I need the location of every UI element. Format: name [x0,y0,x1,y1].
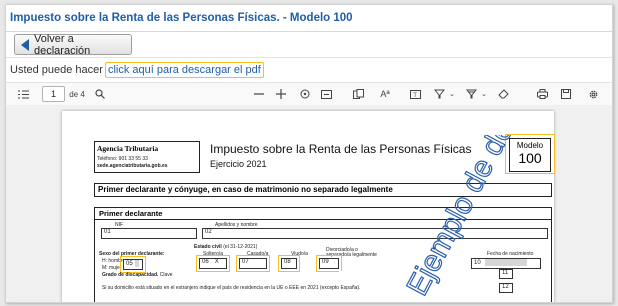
save-icon[interactable] [559,87,573,101]
search-icon[interactable] [93,87,107,101]
section-header-main: Primer declarante y cónyuge, en caso de … [94,183,552,197]
download-line: Usted puede hacer click aquí para descar… [10,62,264,78]
agency-name: Agencia Tributaria [97,144,159,153]
pdf-toolbar: 1 de 4 Aª T ⌄ ⌄ [6,82,612,106]
first-declarant-header: Primer declarante [95,208,551,220]
draw-icon[interactable] [464,87,478,101]
back-arrow-icon [21,38,29,51]
settings-icon[interactable] [586,87,600,101]
birth-date-label: Fecha de nacimiento [487,251,534,257]
text-icon[interactable]: T [408,87,422,101]
name-field: 02 [202,228,548,239]
divider [6,57,612,58]
page-view-icon[interactable] [351,87,365,101]
chevron-down-icon[interactable]: ⌄ [447,87,457,101]
highlight-divorced [316,255,342,272]
highlight-sex [120,256,146,273]
first-declarant-section: Primer declarante NIF Apellidos y nombre… [94,207,552,302]
print-icon[interactable] [535,87,549,101]
cursor-icon[interactable] [298,87,312,101]
page-number-input[interactable]: 1 [42,86,65,102]
pdf-viewer[interactable]: Agencia Tributaria Teléfono: 901 33 55 3… [6,105,612,302]
zoom-in-icon[interactable] [274,87,288,101]
highlight-modelo [505,134,555,174]
sidebar-toggle-icon[interactable] [16,87,30,101]
download-pdf-link[interactable]: click aquí para descargar el pdf [104,62,264,78]
box-12: 12 [499,283,513,293]
read-aloud-icon[interactable]: Aª [378,87,392,101]
back-to-declaration-button[interactable]: Volver a declaración [14,32,132,57]
back-button-label: Volver a declaración [34,32,91,57]
agency-phone: Teléfono: 901 33 55 33 [97,156,148,162]
box-11: 11 [499,269,513,279]
disability-field [339,271,361,280]
download-prefix: Usted puede hacer [10,64,103,76]
exercise-year: Ejercicio 2021 [210,159,267,169]
highlight-single [196,255,230,272]
agency-box: Agencia Tributaria Teléfono: 901 33 55 3… [94,141,200,173]
chevron-down-icon[interactable]: ⌄ [479,87,489,101]
fit-width-icon[interactable] [319,87,333,101]
agency-site: sede.agenciatributaria.gob.es [97,163,168,169]
zoom-out-icon[interactable] [252,87,266,101]
highlight-icon[interactable] [432,87,446,101]
highlight-widowed [278,255,300,272]
civil-status-label: Estado civil (el 31-12-2021) [194,244,258,250]
abroad-text: Si su domicilio está situado en el extra… [102,285,361,291]
birth-date-field: 10 [471,258,541,269]
document-heading: Impuesto sobre la Renta de las Personas … [210,142,472,156]
page-title: Impuesto sobre la Renta de las Personas … [10,12,353,24]
nif-field: 01 [101,228,197,239]
page-total: de 4 [69,89,85,99]
disability-label: Grado de discapacidad. Clave [102,272,173,278]
pdf-page: Agencia Tributaria Teléfono: 901 33 55 3… [62,111,555,302]
svg-text:T: T [413,93,417,99]
highlight-married [236,255,270,272]
sex-m: M: mujer [102,265,122,271]
window-frame: Impuesto sobre la Renta de las Personas … [5,4,613,303]
erase-icon[interactable] [496,87,510,101]
